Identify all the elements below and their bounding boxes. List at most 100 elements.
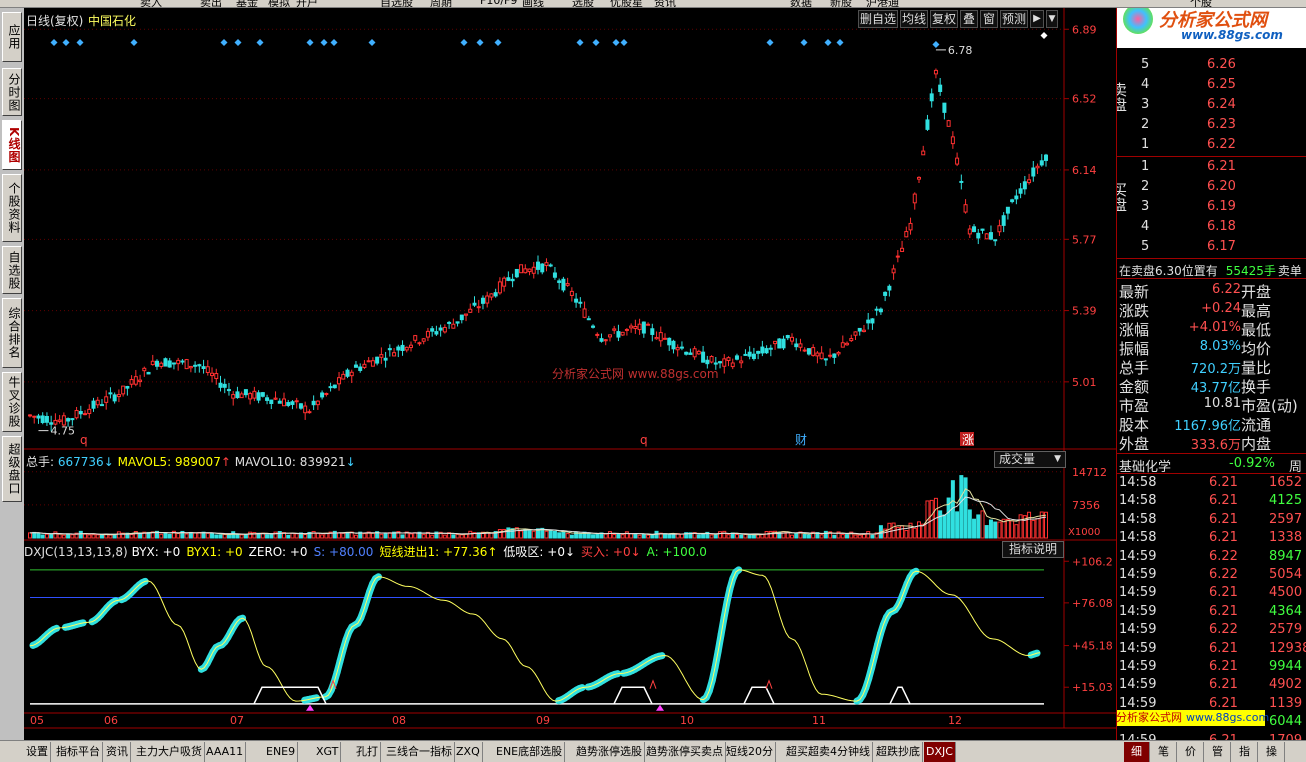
top-menu-item[interactable]: 卖入	[140, 0, 162, 7]
top-menu-item[interactable]: F10/F9	[480, 0, 517, 7]
bottom-tab[interactable]: 短线20分	[724, 742, 776, 762]
next-page-icon[interactable]: ▶	[1030, 10, 1044, 28]
tick-volume: 2597	[1269, 511, 1303, 527]
sidebar-item[interactable]: 分时图	[2, 68, 22, 116]
top-menu-item[interactable]: 选股	[572, 0, 594, 7]
quote-label: 外盘	[1119, 435, 1150, 453]
bottom-tab[interactable]: 主力大户吸货	[134, 742, 205, 762]
bottom-tab[interactable]: AAA11	[204, 742, 247, 762]
menu-dropdown-icon[interactable]: ▼	[1046, 10, 1058, 28]
sidebar-item[interactable]: 个股资料	[2, 174, 22, 242]
top-menu-item[interactable]: 自选股	[380, 0, 413, 7]
total-label: 总手:	[26, 455, 55, 469]
indicator-tick-label: +76.08	[1072, 597, 1113, 610]
tick-row: 14:58 6.21 2597	[1117, 512, 1306, 530]
top-menu-item[interactable]: 画线	[522, 0, 544, 7]
right-bottom-tab[interactable]: 细	[1124, 742, 1150, 762]
tick-time: 14:59	[1119, 567, 1157, 582]
tick-time: 14:59	[1119, 548, 1157, 564]
bottom-tab[interactable]: 孔打	[354, 742, 381, 762]
sidebar-item[interactable]: 应用	[2, 12, 22, 62]
top-menu-item[interactable]: 开户	[296, 0, 318, 7]
right-bottom-tab[interactable]: 指	[1232, 742, 1258, 762]
level-number: 2	[1141, 117, 1150, 132]
logo: 分析家公式网 www.88gs.com	[1117, 8, 1306, 48]
tick-price: 6.21	[1209, 603, 1238, 619]
tick-price: 6.21	[1209, 511, 1238, 527]
top-menu-item[interactable]: 基金	[236, 0, 258, 7]
top-menu-item[interactable]: 周期	[430, 0, 452, 7]
quote-panel: 分析家公式网 www.88gs.com 卖盘 5 6.26 4 6.25 3 6.24 2 6.23…	[1116, 8, 1306, 748]
bottom-tab[interactable]: 三线合一指标	[384, 742, 455, 762]
sidebar-item[interactable]: K线图	[2, 120, 22, 170]
top-menu-item[interactable]: 资讯	[654, 0, 676, 7]
right-bottom-tab[interactable]: 价	[1178, 742, 1204, 762]
tick-volume: 4125	[1269, 493, 1303, 509]
right-bottom-tab[interactable]: 操	[1259, 742, 1285, 762]
top-menu-item[interactable]: 优股星	[610, 0, 643, 7]
bottom-tab[interactable]: 趋势涨停选股	[574, 742, 645, 762]
toolbar-button[interactable]: 预测	[1000, 10, 1028, 28]
watermark: 分析家公式网 www.88gs.com	[552, 366, 719, 381]
top-menu-item[interactable]: 数据	[790, 0, 812, 7]
bottom-tab[interactable]: 趋势涨停买卖点	[644, 742, 726, 762]
bottom-tab[interactable]: 超买超卖4分钟线	[784, 742, 873, 762]
buy-price: 6.18	[1207, 219, 1236, 234]
top-menu-item[interactable]: 个股	[1190, 0, 1212, 7]
sidebar-item[interactable]: 自选股	[2, 246, 22, 294]
tick-row: 14:59 6.22 2579	[1117, 622, 1306, 640]
indicator-value: 买入: +0↓	[581, 545, 641, 559]
level-number: 1	[1141, 159, 1150, 174]
right-bottom-tab[interactable]: 笔	[1151, 742, 1177, 762]
price-tick-label: 6.14	[1072, 164, 1097, 177]
bottom-tab[interactable]: 指标平台	[54, 742, 103, 762]
indicator-value: 短线进出1: +77.36↑	[379, 545, 498, 559]
toolbar-button[interactable]: 复权	[930, 10, 958, 28]
tick-price: 6.21	[1209, 640, 1238, 656]
sell-level-row: 1 6.22	[1117, 136, 1306, 156]
month-label: 09	[536, 714, 550, 727]
quote-row: 外盘 333.6万 内盘	[1117, 432, 1306, 453]
toolbar-button[interactable]: 删自选	[858, 10, 898, 28]
buy-level-row: 1 6.21	[1117, 158, 1306, 178]
sell-price: 6.25	[1207, 77, 1236, 92]
level-number: 4	[1141, 77, 1150, 92]
sidebar-item[interactable]: 牛叉诊股	[2, 372, 22, 432]
bottom-tab[interactable]: 设置	[24, 742, 51, 762]
bottom-tab[interactable]: 资讯	[104, 742, 131, 762]
tick-time: 14:58	[1119, 530, 1157, 546]
quote-row: 市盈 10.81 市盈(动)	[1117, 394, 1306, 415]
indicator-tick-label: +45.18	[1072, 640, 1113, 653]
sidebar-item[interactable]: 综合排名	[2, 298, 22, 368]
tick-price: 6.21	[1209, 677, 1238, 693]
top-menu-item[interactable]: 新股	[830, 0, 852, 7]
top-menu-item[interactable]: 沪港通	[866, 0, 899, 7]
tick-price: 6.22	[1209, 548, 1238, 564]
tick-price: 6.21	[1209, 659, 1238, 674]
level-number: 5	[1141, 57, 1150, 72]
indicator-value: ZERO: +0	[248, 545, 308, 559]
top-menu-item[interactable]: 模拟	[268, 0, 290, 7]
volume-indicator-dropdown[interactable]: 成交量 ▼	[994, 451, 1066, 468]
quote-row: 涨跌 +0.24 最高	[1117, 299, 1306, 320]
bottom-tab[interactable]: XGT	[314, 742, 342, 762]
high-price-label: 6.78	[948, 44, 973, 57]
toolbar-button[interactable]: 均线	[900, 10, 928, 28]
bottom-tab[interactable]: ENE底部选股	[494, 742, 566, 762]
toolbar-button[interactable]: 窗	[980, 10, 998, 28]
right-bottom-tab[interactable]: 管	[1205, 742, 1231, 762]
order-notice: 在卖盘6.30位置有 55425手 卖单	[1119, 262, 1302, 279]
sector-row[interactable]: 基础化学 -0.92% 周	[1117, 455, 1306, 475]
bottom-tab[interactable]: DXJC	[924, 742, 956, 762]
quote-value: 333.6万	[1190, 438, 1241, 453]
toolbar-button[interactable]: 叠	[960, 10, 978, 28]
tick-row: 14:59 6.21 4364	[1117, 604, 1306, 622]
bottom-tab[interactable]: ENE9	[264, 742, 299, 762]
event-marker: q	[80, 433, 88, 447]
indicator-help-button[interactable]: 指标说明	[1002, 541, 1064, 558]
bottom-tab[interactable]: 超跌抄底	[874, 742, 923, 762]
sidebar-item[interactable]: 超级盘口	[2, 436, 22, 502]
price-tick-label: 6.89	[1072, 23, 1097, 36]
top-menu-item[interactable]: 卖出	[200, 0, 222, 7]
bottom-tab[interactable]: ZXQ	[454, 742, 483, 762]
